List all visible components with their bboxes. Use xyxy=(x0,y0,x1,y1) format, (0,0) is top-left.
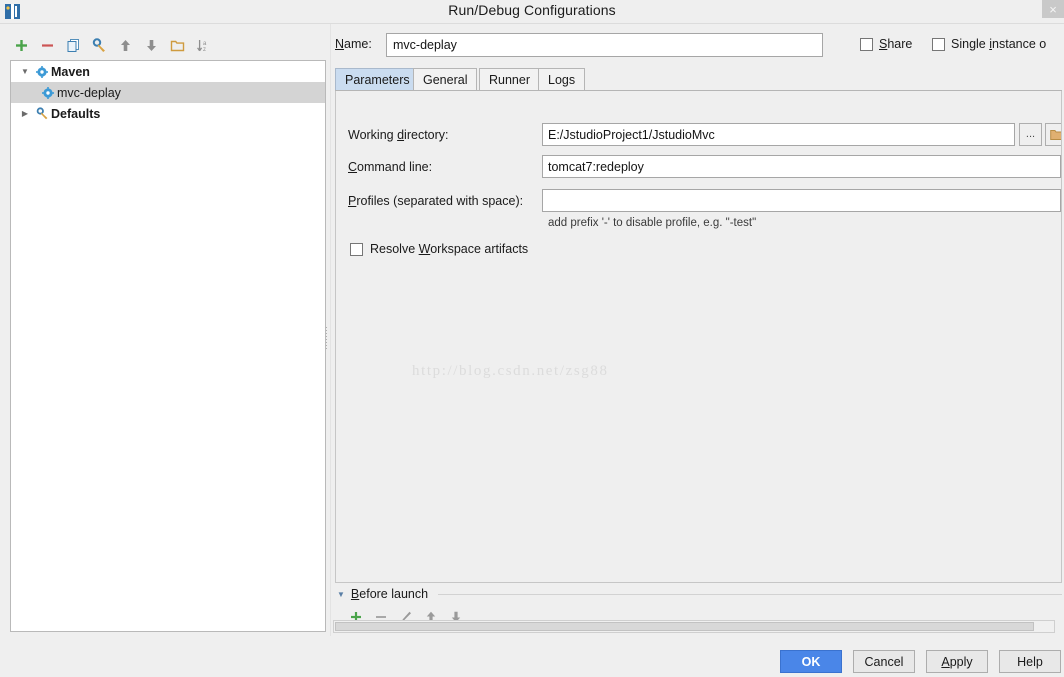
name-row: Name: mvc-deplay Share Single instance o xyxy=(335,33,1062,57)
share-label: Share xyxy=(879,37,912,51)
parameters-tab-panel: Working directory: E:/JstudioProject1/Js… xyxy=(335,91,1062,583)
move-into-folder-button[interactable] xyxy=(164,34,190,58)
resolve-workspace-artifacts-checkbox[interactable]: Resolve Workspace artifacts xyxy=(350,242,528,256)
profiles-label: Profiles (separated with space): xyxy=(348,194,523,208)
configuration-editor-pane: Name: mvc-deplay Share Single instance o… xyxy=(333,24,1064,636)
run-debug-configurations-dialog: Run/Debug Configurations × xyxy=(0,0,1064,677)
dialog-button-bar: OK Cancel Apply Help xyxy=(0,650,1064,677)
checkbox-box[interactable] xyxy=(932,38,945,51)
tree-item-label: Defaults xyxy=(51,107,100,121)
remove-configuration-button[interactable] xyxy=(34,34,60,58)
working-directory-input[interactable]: E:/JstudioProject1/JstudioMvc xyxy=(542,123,1015,146)
cancel-button[interactable]: Cancel xyxy=(853,650,915,673)
chevron-down-icon[interactable]: ▼ xyxy=(17,67,33,76)
wrench-icon xyxy=(33,107,51,120)
panel-divider xyxy=(330,24,331,636)
command-line-input[interactable]: tomcat7:redeploy xyxy=(542,155,1061,178)
working-directory-label: Working directory: xyxy=(348,128,449,142)
folder-icon xyxy=(1050,129,1063,141)
tree-item-defaults[interactable]: ▶ Defaults xyxy=(11,103,325,124)
working-directory-browse-button[interactable]: ... xyxy=(1019,123,1042,146)
title-bar: Run/Debug Configurations × xyxy=(0,0,1064,24)
name-input[interactable]: mvc-deplay xyxy=(386,33,823,57)
ok-button[interactable]: OK xyxy=(780,650,842,673)
command-line-label: Command line: xyxy=(348,160,432,174)
edit-templates-button[interactable] xyxy=(86,34,112,58)
close-icon[interactable]: × xyxy=(1042,0,1064,18)
tree-item-mvc-deplay[interactable]: mvc-deplay xyxy=(11,82,325,103)
working-directory-folder-button[interactable] xyxy=(1045,123,1062,146)
name-label: Name: xyxy=(335,37,372,51)
profiles-input[interactable] xyxy=(542,189,1061,212)
move-down-button[interactable] xyxy=(138,34,164,58)
move-up-button[interactable] xyxy=(112,34,138,58)
tree-item-label: Maven xyxy=(51,65,90,79)
section-divider xyxy=(438,594,1062,595)
editor-tabs: Parameters General Runner Logs xyxy=(335,68,1062,91)
checkbox-box[interactable] xyxy=(350,243,363,256)
configurations-tree[interactable]: ▼ Maven xyxy=(10,60,326,632)
before-launch-title: Before launch xyxy=(351,587,428,601)
tab-general[interactable]: General xyxy=(413,68,477,90)
watermark-text: http://blog.csdn.net/zsg88 xyxy=(412,363,609,380)
scrollbar-thumb[interactable] xyxy=(335,622,1034,631)
profiles-hint: add prefix '-' to disable profile, e.g. … xyxy=(548,217,756,229)
dialog-title: Run/Debug Configurations xyxy=(0,2,1064,18)
sort-configurations-button[interactable]: a z xyxy=(190,34,216,58)
single-instance-label: Single instance o xyxy=(951,37,1046,51)
help-button[interactable]: Help xyxy=(999,650,1061,673)
before-launch-header[interactable]: ▼ Before launch xyxy=(337,585,1062,603)
tab-parameters[interactable]: Parameters xyxy=(335,68,420,90)
apply-button[interactable]: Apply xyxy=(926,650,988,673)
chevron-right-icon[interactable]: ▶ xyxy=(17,109,33,118)
single-instance-checkbox[interactable]: Single instance o xyxy=(932,37,1046,51)
tab-runner[interactable]: Runner xyxy=(479,68,540,90)
tree-item-label: mvc-deplay xyxy=(57,86,121,100)
splitter-handle[interactable] xyxy=(324,324,329,351)
maven-gear-icon xyxy=(33,66,51,78)
add-configuration-button[interactable] xyxy=(8,34,34,58)
resolve-workspace-artifacts-label: Resolve Workspace artifacts xyxy=(370,242,528,256)
chevron-down-icon[interactable]: ▼ xyxy=(337,590,345,599)
copy-configuration-button[interactable] xyxy=(60,34,86,58)
share-checkbox[interactable]: Share xyxy=(860,37,912,51)
checkbox-box[interactable] xyxy=(860,38,873,51)
tab-logs[interactable]: Logs xyxy=(538,68,585,90)
tree-item-maven[interactable]: ▼ Maven xyxy=(11,61,325,82)
maven-gear-icon xyxy=(39,87,57,99)
svg-text:z: z xyxy=(203,47,206,53)
horizontal-scrollbar[interactable] xyxy=(333,620,1055,633)
configurations-toolbar: a z xyxy=(8,33,324,58)
